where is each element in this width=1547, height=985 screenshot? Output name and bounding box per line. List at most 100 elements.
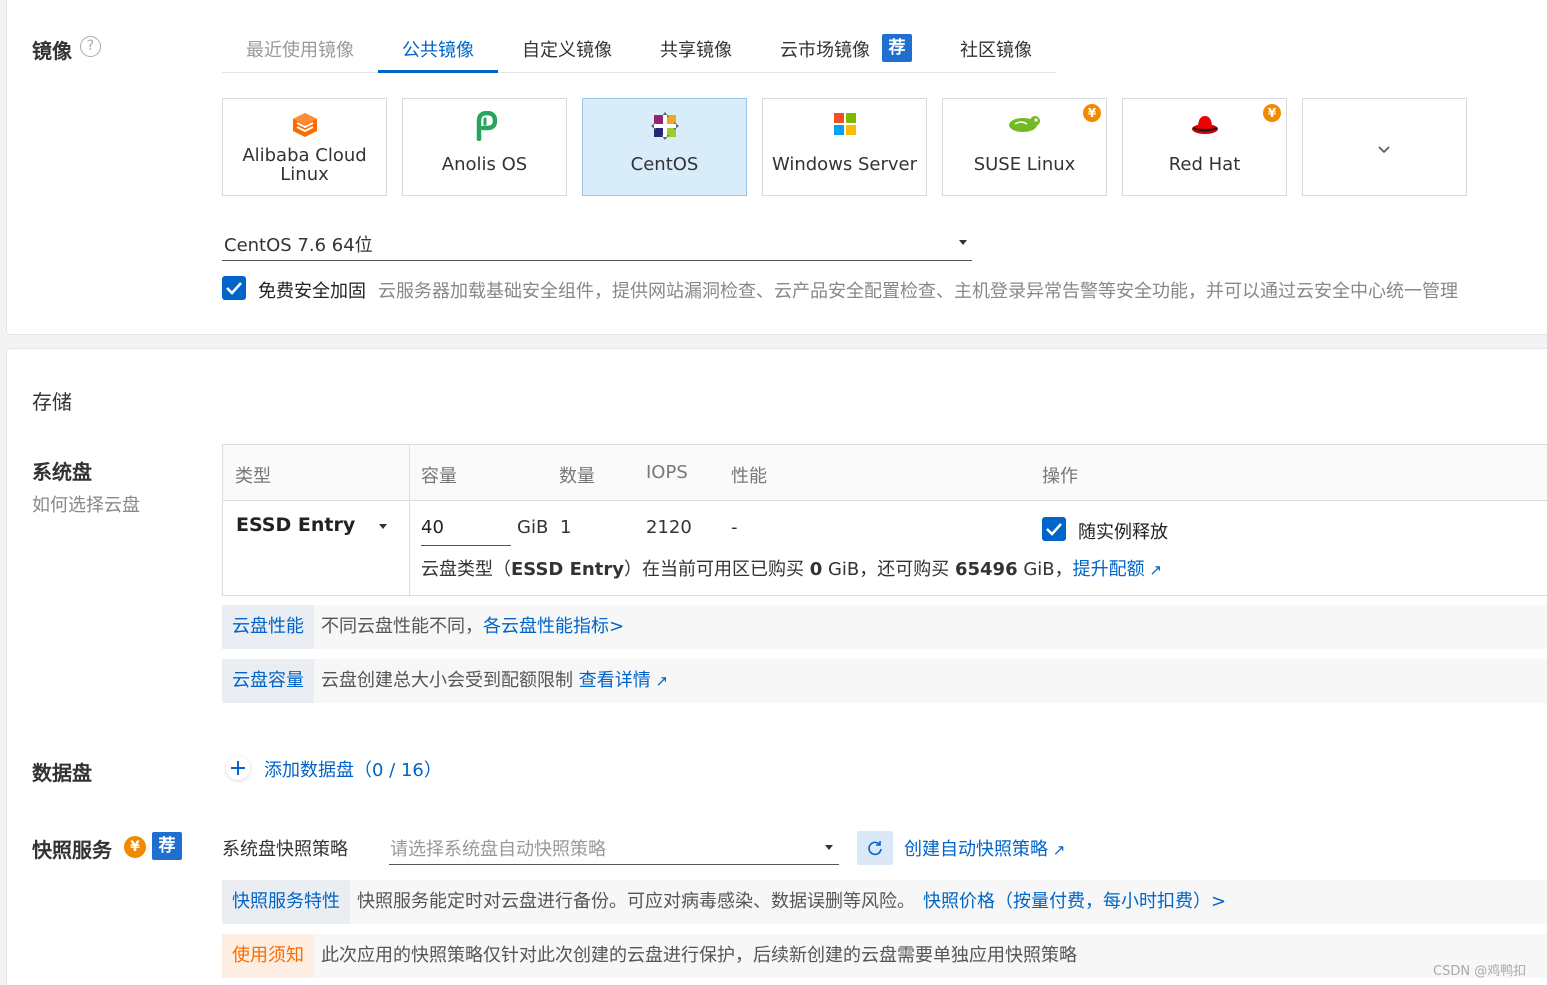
raise-quota-link[interactable]: 提升配额 bbox=[1073, 559, 1145, 580]
image-version-value: CentOS 7.6 64位 bbox=[224, 235, 373, 256]
chevron-down-icon bbox=[1377, 139, 1391, 160]
os-card-label-line1: Alibaba Cloud bbox=[242, 145, 367, 166]
quantity-value: 1 bbox=[560, 517, 572, 538]
recommend-badge: 荐 bbox=[882, 34, 912, 62]
release-with-instance-checkbox[interactable] bbox=[1042, 517, 1066, 541]
snapshot-policy-select[interactable]: 请选择系统盘自动快照策略 bbox=[389, 830, 839, 865]
quota-middle2: GiB，还可购买 bbox=[822, 559, 955, 580]
os-card-centos[interactable]: CentOS bbox=[582, 98, 747, 196]
os-card-alibaba-cloud-linux[interactable]: Alibaba Cloud Linux bbox=[222, 98, 387, 196]
info-tag: 云盘性能 bbox=[222, 605, 314, 649]
snapshot-notice-bar: 使用须知 此次应用的快照策略仅针对此次创建的云盘进行保护，后续新创建的云盘需要单… bbox=[222, 934, 1547, 978]
snapshot-policy-placeholder: 请选择系统盘自动快照策略 bbox=[390, 839, 606, 860]
image-version-select[interactable]: CentOS 7.6 64位 bbox=[222, 225, 972, 261]
windows-icon bbox=[763, 111, 926, 139]
disk-type-value: ESSD Entry bbox=[236, 514, 356, 536]
view-details-link[interactable]: 查看详情 bbox=[579, 670, 651, 691]
tab-recent-images[interactable]: 最近使用镜像 bbox=[246, 36, 354, 62]
os-card-anolis[interactable]: Anolis OS bbox=[402, 98, 567, 196]
external-link-icon: ↗ bbox=[1144, 561, 1162, 579]
active-tab-indicator bbox=[378, 70, 498, 73]
notice-tag: 使用须知 bbox=[222, 934, 314, 978]
col-header-quantity: 数量 bbox=[559, 466, 595, 487]
paid-yen-icon: ¥ bbox=[1263, 104, 1281, 122]
tab-shared-images[interactable]: 共享镜像 bbox=[660, 36, 732, 62]
caret-down-icon bbox=[825, 845, 833, 850]
data-disk-count: 0 / 16 bbox=[372, 760, 424, 781]
os-card-windows-server[interactable]: Windows Server bbox=[762, 98, 927, 196]
snapshot-price-link[interactable]: 快照价格（按量付费，每小时扣费）> bbox=[923, 891, 1226, 912]
quota-disk-type: ESSD Entry bbox=[511, 559, 624, 580]
release-with-instance-label: 随实例释放 bbox=[1078, 522, 1168, 543]
col-header-type: 类型 bbox=[235, 466, 271, 487]
refresh-button[interactable] bbox=[857, 831, 893, 865]
os-card-label: Anolis OS bbox=[441, 154, 528, 175]
quota-prefix: 云盘类型（ bbox=[421, 559, 511, 580]
disk-quota-text: 云盘类型（ESSD Entry）在当前可用区已购买 0 GiB，还可购买 654… bbox=[421, 555, 1162, 581]
add-data-disk-button[interactable]: 添加数据盘（0 / 16） bbox=[222, 752, 442, 784]
capacity-value: 40 bbox=[421, 517, 444, 538]
quota-bought: 0 bbox=[809, 559, 823, 580]
os-card-label: CentOS bbox=[630, 154, 699, 175]
paid-yen-icon: ¥ bbox=[1083, 104, 1101, 122]
table-col-divider bbox=[409, 445, 410, 597]
notice-text: 此次应用的快照策略仅针对此次创建的云盘进行保护，后续新创建的云盘需要单独应用快照… bbox=[321, 945, 1077, 966]
add-data-disk-label: 添加数据盘（ bbox=[264, 760, 372, 781]
plus-icon bbox=[226, 756, 250, 780]
tab-marketplace-images[interactable]: 云市场镜像 bbox=[780, 36, 870, 62]
quota-suffix: GiB， bbox=[1017, 559, 1073, 580]
capacity-unit: GiB bbox=[517, 517, 549, 538]
info-tag: 快照服务特性 bbox=[222, 880, 350, 924]
disk-type-select[interactable]: ESSD Entry bbox=[236, 514, 396, 544]
os-card-more[interactable] bbox=[1302, 98, 1467, 196]
data-disk-label: 数据盘 bbox=[32, 761, 92, 785]
alibaba-cloud-icon bbox=[223, 111, 386, 139]
external-link-icon: ↗ bbox=[650, 672, 669, 690]
info-text: 快照服务能定时对云盘进行备份。可应对病毒感染、数据误删等风险。 bbox=[357, 891, 915, 912]
image-tabs bbox=[222, 72, 1056, 73]
redhat-icon bbox=[1123, 111, 1286, 139]
question-circle-icon[interactable]: ? bbox=[80, 36, 101, 57]
info-tag: 云盘容量 bbox=[222, 659, 314, 703]
suse-icon bbox=[943, 111, 1106, 139]
disk-performance-bar: 云盘性能 不同云盘性能不同，各云盘性能指标> bbox=[222, 605, 1547, 649]
snapshot-policy-label: 系统盘快照策略 bbox=[222, 839, 348, 860]
snapshot-feature-bar: 快照服务特性 快照服务能定时对云盘进行备份。可应对病毒感染、数据误删等风险。 快照… bbox=[222, 880, 1547, 924]
os-card-suse-linux[interactable]: SUSE Linux ¥ bbox=[942, 98, 1107, 196]
system-disk-label: 系统盘 bbox=[32, 460, 92, 484]
os-card-red-hat[interactable]: Red Hat ¥ bbox=[1122, 98, 1287, 196]
snapshot-section-title: 快照服务 bbox=[32, 838, 112, 862]
refresh-icon bbox=[868, 841, 882, 856]
anolis-icon bbox=[403, 111, 566, 141]
paid-yen-icon: ¥ bbox=[124, 836, 146, 858]
security-description: 云服务器加载基础安全组件，提供网站漏洞检查、云产品安全配置检查、主机登录异常告警… bbox=[378, 281, 1458, 302]
image-section-title: 镜像 bbox=[32, 39, 72, 63]
tab-public-images[interactable]: 公共镜像 bbox=[402, 36, 474, 62]
disk-capacity-bar: 云盘容量 云盘创建总大小会受到配额限制 查看详情 ↗ bbox=[222, 659, 1547, 703]
col-header-actions: 操作 bbox=[1042, 466, 1078, 487]
centos-icon bbox=[583, 111, 746, 140]
caret-down-icon bbox=[379, 524, 387, 529]
os-card-label: SUSE Linux bbox=[973, 154, 1076, 175]
performance-value: - bbox=[731, 517, 738, 538]
os-card-label-line2: Linux bbox=[280, 164, 329, 185]
quota-middle1: ）在当前可用区已购买 bbox=[623, 559, 810, 580]
tab-community-images[interactable]: 社区镜像 bbox=[960, 36, 1032, 62]
caret-down-icon bbox=[959, 240, 967, 245]
storage-section-title: 存储 bbox=[32, 390, 72, 414]
performance-metrics-link[interactable]: 各云盘性能指标> bbox=[483, 616, 624, 637]
col-header-performance: 性能 bbox=[731, 466, 767, 487]
info-text: 云盘创建总大小会受到配额限制 bbox=[321, 670, 579, 691]
col-header-iops: IOPS bbox=[646, 462, 688, 483]
watermark: CSDN @鸡鸭扣 bbox=[1433, 964, 1527, 979]
external-link-icon: ↗ bbox=[1048, 841, 1066, 859]
add-data-disk-close: ） bbox=[423, 760, 442, 781]
create-snapshot-policy-link[interactable]: 创建自动快照策略 bbox=[904, 839, 1048, 860]
security-checkbox[interactable] bbox=[222, 276, 246, 300]
tab-custom-images[interactable]: 自定义镜像 bbox=[522, 36, 612, 62]
col-header-capacity: 容量 bbox=[421, 466, 457, 487]
recommend-badge: 荐 bbox=[152, 832, 182, 860]
disk-help-link[interactable]: 如何选择云盘 bbox=[32, 491, 140, 517]
iops-value: 2120 bbox=[646, 517, 692, 538]
capacity-input[interactable]: 40 bbox=[421, 512, 511, 546]
